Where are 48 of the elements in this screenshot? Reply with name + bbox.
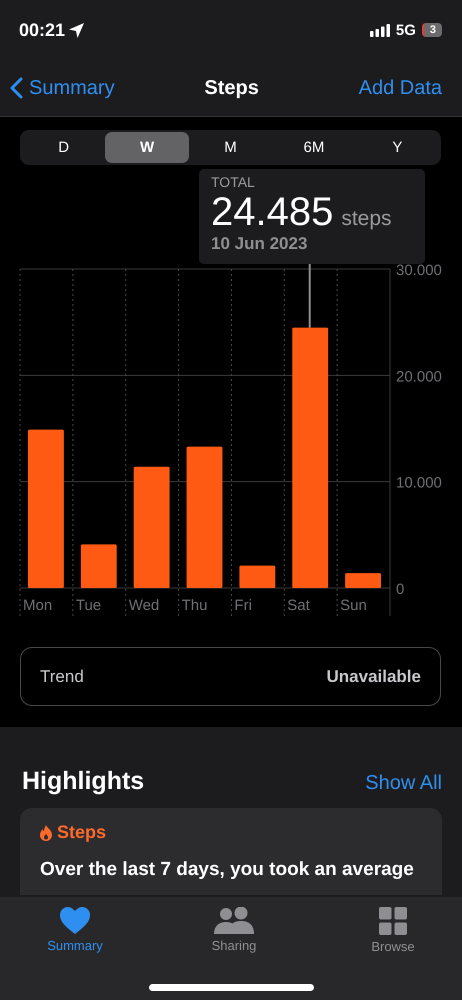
axis-category-label: Tue	[76, 597, 102, 614]
date-label: 10 Jun 2023	[211, 234, 308, 254]
bar	[345, 573, 381, 588]
screen-title: Steps	[204, 76, 259, 100]
tab-bar-item[interactable]: Summary	[30, 907, 120, 967]
people-icon	[214, 907, 254, 934]
back-button[interactable]: Summary	[10, 76, 115, 100]
highlight-text: Over the last 7 days, you took an average	[40, 858, 415, 882]
bar	[80, 544, 117, 588]
period-segment[interactable]: W	[105, 132, 189, 163]
battery-level: 3	[422, 23, 442, 37]
section-title: Highlights	[22, 767, 144, 796]
period-segment[interactable]: M	[188, 132, 272, 163]
axis-category-label: Thu	[182, 597, 208, 614]
unit-label: steps	[341, 207, 392, 231]
trend-value: Unavailable	[326, 666, 421, 686]
axis-tick-label: 10.000	[396, 474, 442, 492]
card-category: Steps	[57, 822, 106, 843]
total-value: 24.485	[211, 190, 334, 234]
tab-bar-item[interactable]: Sharing	[189, 907, 279, 967]
trend-label: Trend	[40, 666, 84, 686]
add-data-button[interactable]: Add Data	[358, 76, 442, 100]
network-type: 5G	[396, 22, 416, 38]
highlight-card[interactable]: Steps Over the last 7 days, you took an average	[20, 808, 442, 895]
trend-row[interactable]: Trend Unavailable	[20, 647, 441, 706]
axis-category-label: Sun	[340, 597, 367, 614]
chevron-left-icon	[10, 77, 23, 99]
location-arrow-icon	[69, 22, 84, 38]
leader-line	[308, 264, 311, 328]
axis-category-label: Wed	[128, 597, 160, 614]
show-all-link[interactable]: Show All	[365, 772, 442, 795]
grid-icon	[379, 907, 407, 935]
axis-category-label: Fri	[234, 597, 252, 614]
axis-tick-label: 20.000	[396, 368, 442, 386]
period-segment[interactable]: D	[22, 132, 106, 163]
tab-bar-item[interactable]: Browse	[348, 907, 438, 967]
bar	[239, 566, 276, 588]
signal-icon	[370, 24, 390, 36]
period-segment[interactable]: 6M	[272, 132, 356, 163]
clock-time: 00:21	[19, 20, 66, 40]
tooltip-label: TOTAL	[211, 174, 256, 190]
flame-icon	[40, 824, 52, 840]
axis-category-label: Mon	[23, 597, 52, 614]
axis-tick-label: 0	[396, 581, 404, 598]
axis-tick-label: 30.000	[396, 264, 442, 279]
axis-category-label: Sat	[287, 597, 310, 614]
period-segment[interactable]: Y	[356, 132, 440, 163]
heart-icon	[60, 907, 90, 934]
